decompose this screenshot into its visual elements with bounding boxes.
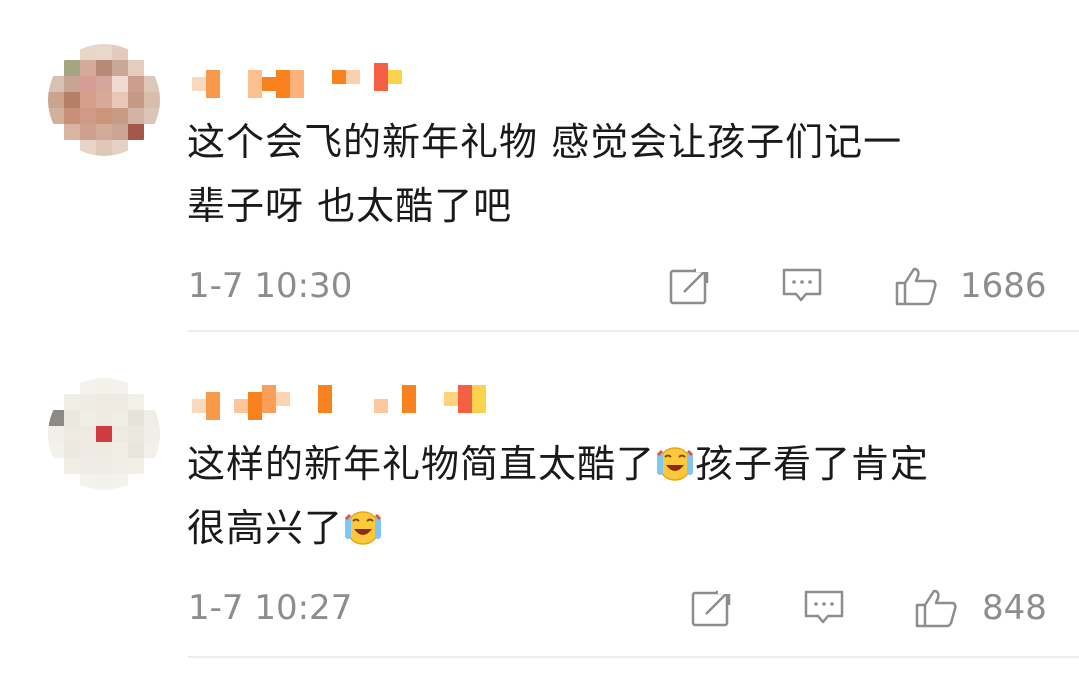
comment-text-line: 这个会飞的新年礼物 感觉会让孩子们记一 [187, 120, 903, 164]
comment-meta: 1-7 10:27 848 [188, 588, 1048, 628]
comment-text-line: 辈子呀 也太酷了吧 [187, 184, 513, 228]
like-count: 848 [982, 588, 1047, 628]
divider [188, 656, 1079, 658]
comment-text-segment: 孩子看了肯定 [695, 442, 930, 486]
timestamp: 1-7 10:27 [188, 588, 353, 628]
comment-text-segment: 很高兴了 [187, 506, 344, 550]
username-blurred[interactable] [192, 62, 402, 98]
avatar[interactable] [48, 44, 160, 156]
repost-icon[interactable] [668, 266, 712, 306]
repost-icon[interactable] [690, 588, 734, 628]
comment-icon[interactable] [802, 588, 846, 628]
comment-icon[interactable] [780, 266, 824, 306]
divider [188, 330, 1079, 332]
avatar[interactable] [48, 378, 160, 490]
like-icon[interactable] [914, 588, 958, 628]
comment-text: 这样的新年礼物简直太酷了 孩子看了肯定 很高兴了 [187, 432, 1047, 560]
timestamp: 1-7 10:30 [188, 266, 353, 306]
username-blurred[interactable] [192, 384, 486, 420]
comment-text: 这个会飞的新年礼物 感觉会让孩子们记一 辈子呀 也太酷了吧 [187, 110, 1047, 238]
laugh-cry-emoji-icon [655, 438, 695, 481]
like-icon[interactable] [894, 266, 938, 306]
like-count: 1686 [960, 266, 1047, 306]
comment-text-line: 很高兴了 [187, 496, 1047, 560]
laugh-cry-emoji-icon [343, 502, 383, 545]
comment-text-segment: 这样的新年礼物简直太酷了 [187, 442, 656, 486]
comment-meta: 1-7 10:30 1686 [188, 266, 1048, 306]
comment-text-line: 这样的新年礼物简直太酷了 孩子看了肯定 [187, 432, 1047, 496]
